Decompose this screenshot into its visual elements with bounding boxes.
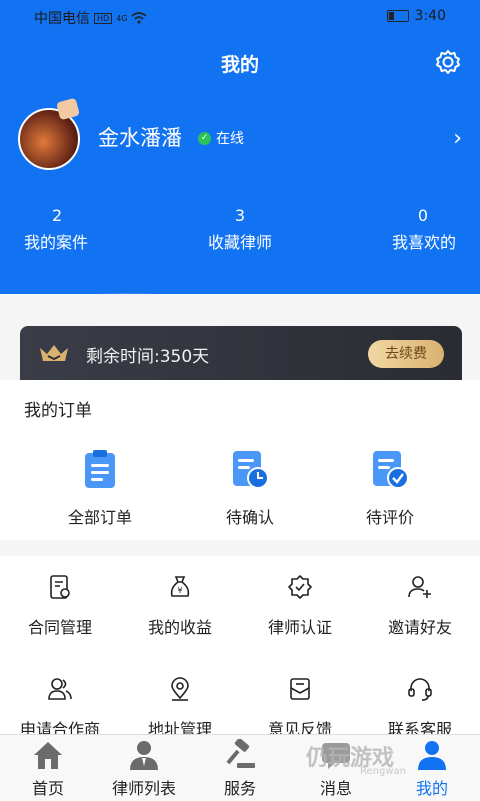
renew-button[interactable]: 去续费	[368, 340, 444, 368]
feedback-icon	[290, 678, 310, 700]
status-bar: 中国电信 HD 4G 3:40	[0, 0, 480, 34]
membership-bar: 剩余时间:350天 去续费	[20, 326, 462, 380]
pending-review-icon	[373, 451, 409, 489]
stat-label: 收藏律师	[207, 233, 272, 252]
clipboard-icon	[85, 450, 115, 488]
pending-confirm-icon	[233, 451, 269, 489]
stat-label: 我的案件	[24, 233, 89, 252]
add-user-icon	[408, 576, 431, 598]
wave-decoration	[99, 293, 480, 294]
orders-section: 我的订单 全部订单 待确认 待评价	[0, 380, 480, 540]
hd-icon: HD	[94, 12, 113, 24]
battery-icon	[386, 10, 409, 22]
bottom-tab-bar: 首页 律师列表 服务 消息 我的	[0, 734, 480, 801]
order-pending-confirm[interactable]: 待确认	[190, 448, 310, 528]
remaining-time: 剩余时间:350天	[86, 347, 210, 367]
service-contract[interactable]: 合同管理	[0, 574, 120, 638]
gear-icon[interactable]	[434, 48, 462, 76]
tab-label: 律师列表	[111, 779, 176, 798]
money-bag-icon: ¥	[170, 576, 190, 597]
orders-heading: 我的订单	[24, 401, 92, 421]
service-label: 合同管理	[27, 618, 92, 637]
check-icon: ✓	[198, 131, 211, 145]
stats-row: 2 我的案件 3 收藏律师 0 我喜欢的	[0, 206, 480, 253]
contract-icon	[50, 575, 70, 599]
tab-services[interactable]: 服务	[192, 739, 288, 799]
avatar-decoration	[56, 97, 80, 121]
carrier-text: 中国电信	[34, 11, 90, 27]
service-label: 我的收益	[147, 618, 212, 637]
gavel-icon	[226, 739, 255, 768]
stat-count: 0	[417, 206, 428, 225]
stat-my-cases[interactable]: 2 我的案件	[0, 206, 160, 253]
chevron-right-icon[interactable]: ›	[453, 126, 462, 151]
stat-label: 我喜欢的	[391, 233, 456, 252]
tab-label: 我的	[415, 779, 448, 798]
service-certification[interactable]: 律师认证	[240, 574, 360, 638]
service-earnings[interactable]: ¥ 我的收益	[120, 574, 240, 638]
location-icon	[171, 677, 189, 701]
online-label: 在线	[216, 131, 244, 147]
stat-count: 2	[52, 206, 63, 225]
service-feedback[interactable]: 意见反馈	[240, 676, 360, 740]
page-title: 我的	[220, 54, 259, 76]
user-name[interactable]: 金水潘潘	[98, 122, 182, 152]
tab-label: 消息	[319, 779, 352, 798]
tab-label: 服务	[223, 779, 256, 798]
order-label: 待确认	[225, 508, 274, 527]
service-partner[interactable]: 申请合作商	[0, 676, 120, 740]
watermark-sub: Rengwan	[360, 766, 406, 777]
services-grid: 合同管理 ¥ 我的收益 律师认证 邀请好友 申请合作商 地址管理 意见反馈 联系…	[0, 556, 480, 739]
network-type: 4G	[116, 13, 128, 23]
clock: 3:40	[414, 8, 446, 24]
service-address[interactable]: 地址管理	[120, 676, 240, 740]
profile-icon	[418, 741, 446, 770]
home-icon	[34, 742, 62, 769]
stat-favorite-lawyers[interactable]: 3 收藏律师	[160, 206, 320, 253]
tab-lawyers[interactable]: 律师列表	[96, 739, 192, 799]
service-invite[interactable]: 邀请好友	[360, 574, 480, 638]
service-label: 邀请好友	[387, 618, 452, 637]
lawyer-icon	[130, 741, 158, 770]
order-label: 待评价	[365, 508, 414, 527]
online-status: ✓ 在线	[198, 128, 244, 148]
order-all[interactable]: 全部订单	[40, 448, 160, 528]
service-label: 律师认证	[267, 618, 332, 637]
stat-my-likes[interactable]: 0 我喜欢的	[320, 206, 480, 253]
stat-count: 3	[234, 206, 246, 225]
certified-badge-icon	[288, 575, 312, 599]
svg-text:¥: ¥	[177, 586, 182, 595]
order-pending-review[interactable]: 待评价	[330, 448, 450, 528]
tab-home[interactable]: 首页	[0, 739, 96, 799]
partner-icon	[48, 678, 72, 700]
tab-label: 首页	[31, 779, 64, 798]
profile-header: 我的 金水潘潘 ✓ 在线 › 2 我的案件 3 收藏律师 0 我喜欢的	[0, 34, 480, 294]
service-customer-support[interactable]: 联系客服	[360, 676, 480, 740]
order-label: 全部订单	[67, 508, 132, 527]
wifi-icon	[131, 12, 148, 24]
crown-icon	[40, 345, 68, 361]
headset-icon	[408, 678, 432, 701]
